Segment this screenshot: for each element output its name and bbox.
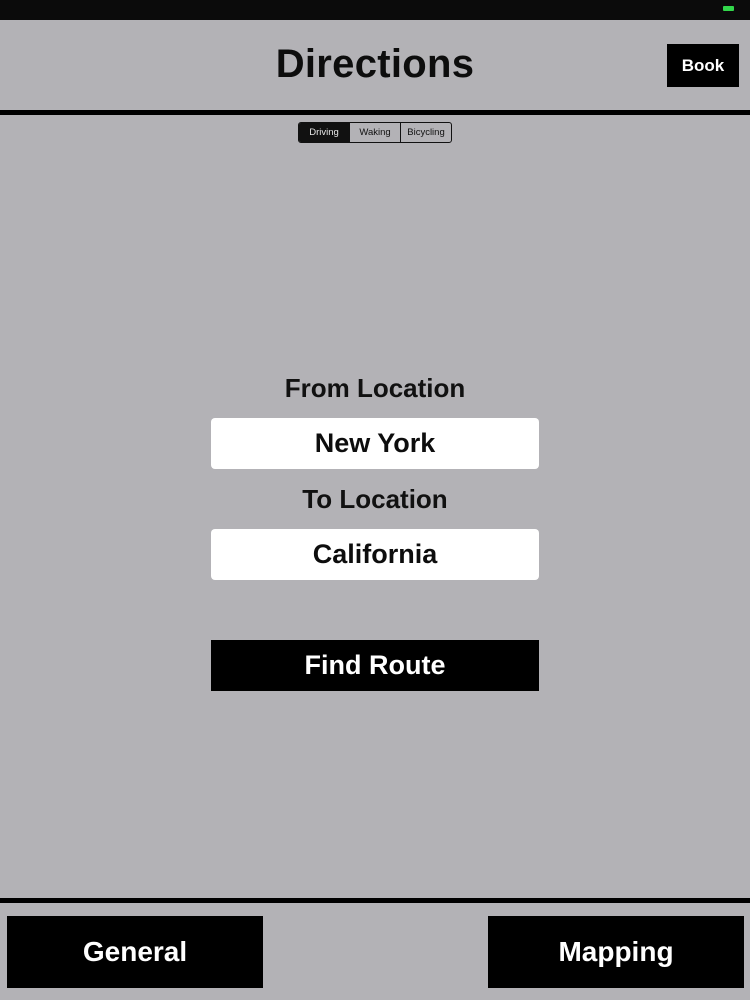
directions-screen: Directions Book Driving Waking Bicycling… <box>0 0 750 1000</box>
general-button[interactable]: General <box>7 916 263 988</box>
navigation-bar: Directions Book <box>0 20 750 110</box>
segment-walking[interactable]: Waking <box>349 123 400 142</box>
book-button[interactable]: Book <box>667 44 739 87</box>
travel-mode-segmented-control: Driving Waking Bicycling <box>298 122 452 143</box>
to-location-label: To Location <box>302 484 448 514</box>
from-location-field[interactable]: New York <box>211 418 539 469</box>
mapping-button[interactable]: Mapping <box>488 916 744 988</box>
page-title: Directions <box>275 42 475 86</box>
footer-divider <box>0 898 750 903</box>
segment-driving[interactable]: Driving <box>299 123 349 142</box>
from-location-label: From Location <box>284 373 466 403</box>
to-location-field[interactable]: California <box>211 529 539 580</box>
segment-bicycling[interactable]: Bicycling <box>400 123 451 142</box>
battery-icon <box>723 6 734 11</box>
find-route-button[interactable]: Find Route <box>211 640 539 691</box>
status-bar <box>0 0 750 20</box>
header-divider <box>0 110 750 115</box>
